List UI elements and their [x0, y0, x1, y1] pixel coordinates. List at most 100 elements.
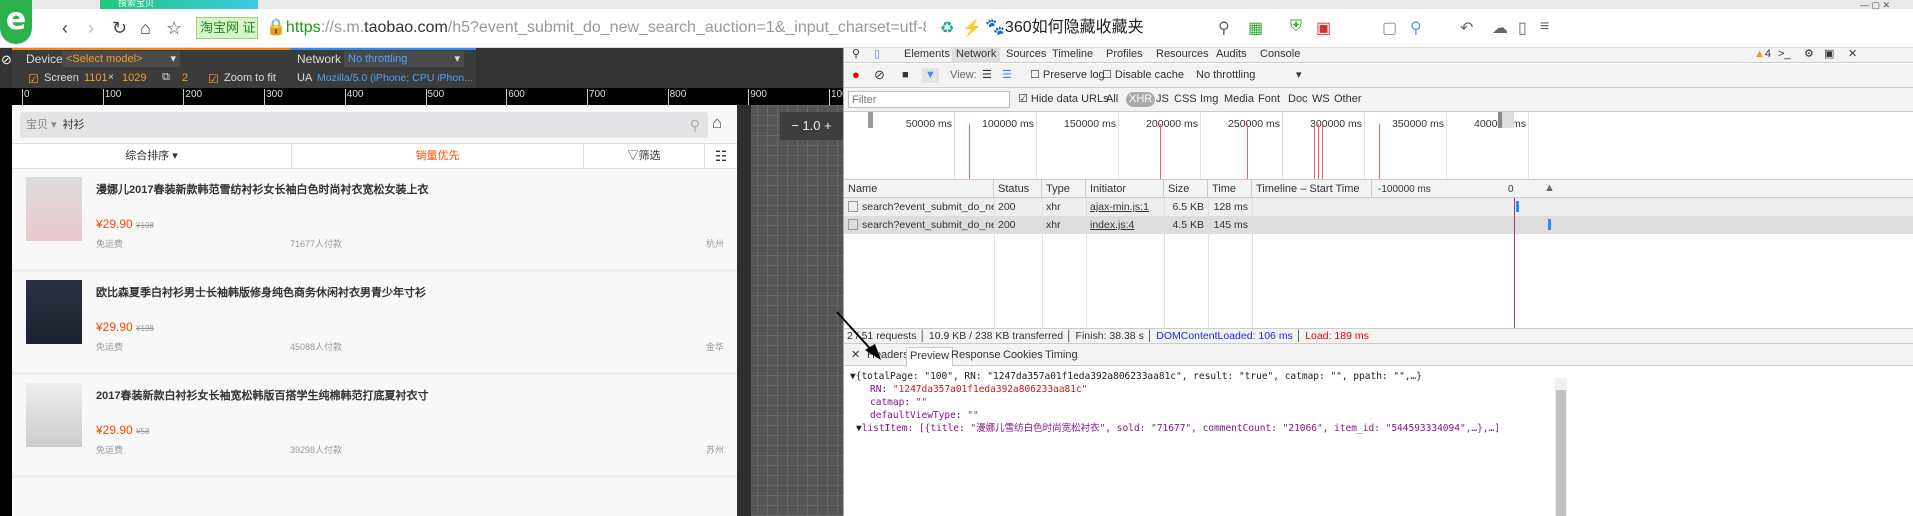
filter-type-img[interactable]: Img: [1200, 92, 1218, 107]
tab-elements[interactable]: Elements: [900, 48, 954, 63]
reload-icon[interactable]: ↻: [112, 18, 127, 39]
list-view-icon[interactable]: ☷: [704, 144, 737, 168]
product-image[interactable]: [26, 280, 82, 344]
filter-type-doc[interactable]: Doc: [1288, 92, 1308, 107]
column-size[interactable]: Size: [1164, 180, 1208, 198]
waterfall-view-icon[interactable]: ☰: [1002, 68, 1012, 83]
preview-summary[interactable]: ▼{totalPage: "100", RN: "1247da357a01f1e…: [850, 370, 1913, 383]
detail-tab-response[interactable]: Response: [948, 347, 1004, 366]
product-item[interactable]: 欧比森夏季白衬衫男士长袖韩版修身纯色商务休闲衬衣男青少年寸衫 ¥29.90 ¥19…: [12, 272, 737, 375]
dock-icon[interactable]: ▣: [1820, 48, 1838, 63]
back-icon[interactable]: ‹: [62, 18, 68, 39]
search-scope[interactable]: 宝贝 ▾: [26, 119, 57, 131]
disable-cache-checkbox[interactable]: ☐ Disable cache: [1102, 68, 1184, 83]
column-status[interactable]: Status: [994, 180, 1042, 198]
menu-icon[interactable]: ≡: [1540, 18, 1549, 36]
detail-tab-cookies[interactable]: Cookies: [1000, 347, 1046, 366]
filter-type-media[interactable]: Media: [1224, 92, 1254, 107]
product-image[interactable]: [26, 177, 82, 241]
filter-type-font[interactable]: Font: [1258, 92, 1280, 107]
filter-type-css[interactable]: CSS: [1174, 92, 1197, 107]
column-name[interactable]: Name: [844, 180, 994, 198]
filter-icon[interactable]: ▼: [922, 68, 939, 83]
product-title[interactable]: 欧比森夏季白衬衫男士长袖韩版修身纯色商务休闲衬衣男青少年寸衫: [96, 284, 426, 300]
filter-type-js[interactable]: JS: [1156, 92, 1169, 107]
settings-icon[interactable]: ⚙: [1800, 48, 1818, 63]
cloud-icon[interactable]: ☁: [1492, 18, 1508, 38]
column-initiator[interactable]: Initiator: [1086, 180, 1164, 198]
capture-screenshots-icon[interactable]: ■: [902, 68, 909, 83]
column-type[interactable]: Type: [1042, 180, 1086, 198]
column-time[interactable]: Time: [1208, 180, 1252, 198]
screen-height-input[interactable]: 1029: [122, 72, 146, 84]
screen-width-input[interactable]: 1101: [84, 72, 108, 84]
device-mode-icon[interactable]: ▯: [870, 48, 884, 63]
dpr-input[interactable]: 2: [182, 72, 188, 84]
tab-audits[interactable]: Audits: [1212, 48, 1251, 63]
tab-timeline[interactable]: Timeline: [1048, 48, 1097, 63]
window-controls[interactable]: — ▢ ✕: [1860, 0, 1890, 11]
filter-type-xhr[interactable]: XHR: [1126, 92, 1156, 107]
hide-data-urls-checkbox[interactable]: ☑ Hide data URLs: [1018, 92, 1109, 107]
filter-type-other[interactable]: Other: [1334, 92, 1362, 107]
sort-default[interactable]: 综合排序 ▾: [12, 144, 292, 168]
sort-ascending-icon[interactable]: ▲: [1544, 182, 1555, 194]
filter-input[interactable]: [848, 91, 1010, 108]
product-item[interactable]: 2017春装新款白衬衫女长袖宽松韩版百搭学生纯棉韩范打底夏衬衣寸 ¥29.90 ¥…: [12, 375, 737, 478]
overview-drag-handle[interactable]: [1498, 112, 1514, 128]
preserve-log-checkbox[interactable]: ☐ Preserve log: [1030, 68, 1105, 83]
bookmark-item[interactable]: 🐾360如何隐藏收藏夹: [985, 17, 1144, 39]
throttle-select[interactable]: No throttling ▾: [1196, 68, 1306, 83]
lightning-icon[interactable]: ⚡: [962, 18, 982, 38]
tab-resources[interactable]: Resources: [1152, 48, 1213, 63]
column-timeline[interactable]: Timeline – Start Time: [1252, 180, 1372, 198]
game-icon[interactable]: ▢: [1382, 18, 1397, 38]
search-icon[interactable]: ⚲: [690, 112, 700, 138]
request-initiator[interactable]: index.js:4: [1086, 216, 1164, 234]
browser-tab[interactable]: 搜索宝贝: [100, 0, 258, 9]
console-drawer-icon[interactable]: >_: [1774, 48, 1795, 63]
clear-icon[interactable]: ⊘: [874, 67, 885, 82]
sort-by-sales[interactable]: 销量优先: [292, 144, 584, 168]
tab-profiles[interactable]: Profiles: [1102, 48, 1147, 63]
url-field[interactable]: 🔒https://s.m.taobao.com/h5?event_submit_…: [266, 17, 926, 39]
request-row[interactable]: search?event_submit_do_ne... 200 xhr index.…: [844, 216, 1913, 234]
pdf-icon[interactable]: ▣: [1316, 18, 1331, 38]
zoom-out-button[interactable]: −: [791, 118, 799, 133]
list-view-icon[interactable]: ☰: [982, 68, 992, 83]
filter-type-all[interactable]: All: [1106, 92, 1118, 107]
product-image[interactable]: [26, 383, 82, 447]
tab-sources[interactable]: Sources: [1002, 48, 1050, 63]
ua-input[interactable]: Mozilla/5.0 (iPhone; CPU iPhon...: [317, 72, 473, 84]
site-cert-badge[interactable]: 淘宝网 证: [196, 17, 258, 39]
apps-icon[interactable]: ▦: [1248, 18, 1263, 38]
preview-list-item[interactable]: ▼listItem: [{title: "漫娜儿雪纺白色时尚宽松衬衣", sol…: [850, 422, 1913, 435]
extension-icon[interactable]: ♻: [940, 18, 954, 38]
request-row[interactable]: search?event_submit_do_ne... 200 xhr ajax-m…: [844, 198, 1913, 216]
overview-drag-handle[interactable]: [868, 112, 873, 128]
no-emulation-icon[interactable]: ⊘: [1, 52, 12, 68]
forward-icon[interactable]: ›: [88, 18, 94, 39]
star-icon[interactable]: ☆: [166, 18, 182, 39]
preview-scrollbar-thumb[interactable]: [1556, 390, 1566, 516]
close-devtools-icon[interactable]: ✕: [1844, 48, 1861, 63]
product-title[interactable]: 2017春装新款白衬衫女长袖宽松韩版百搭学生纯棉韩范打底夏衬衣寸: [96, 387, 428, 403]
search-icon[interactable]: ⚲: [1218, 18, 1230, 38]
record-button[interactable]: ●: [852, 67, 860, 82]
zoom-to-fit-checkbox[interactable]: ☑: [208, 72, 219, 86]
tab-console[interactable]: Console: [1256, 48, 1304, 63]
product-title[interactable]: 漫娜儿2017春装新款韩范雪纺衬衫女长袖白色时尚衬衣宽松女装上衣: [96, 181, 428, 197]
search-bar[interactable]: 宝贝 ▾ 衬衫 ⚲: [20, 112, 708, 138]
network-throttle-select[interactable]: No throttling ▾: [344, 51, 464, 67]
inspect-icon[interactable]: ⚲: [848, 48, 864, 63]
home-icon[interactable]: ⌂: [712, 113, 722, 133]
home-icon[interactable]: ⌂: [140, 18, 151, 39]
product-item[interactable]: 漫娜儿2017春装新款韩范雪纺衬衫女长袖白色时尚衬衣宽松女装上衣 ¥29.90 ¥…: [12, 169, 737, 272]
undo-icon[interactable]: ↶: [1460, 18, 1473, 38]
phone-icon[interactable]: ▯: [1518, 18, 1527, 38]
magnifier-icon[interactable]: ⚲: [1410, 18, 1422, 38]
detail-tab-preview[interactable]: Preview: [906, 347, 954, 366]
screen-checkbox[interactable]: ☑: [28, 72, 39, 86]
detail-tab-timing[interactable]: Timing: [1042, 347, 1081, 366]
zoom-in-button[interactable]: +: [824, 118, 832, 133]
